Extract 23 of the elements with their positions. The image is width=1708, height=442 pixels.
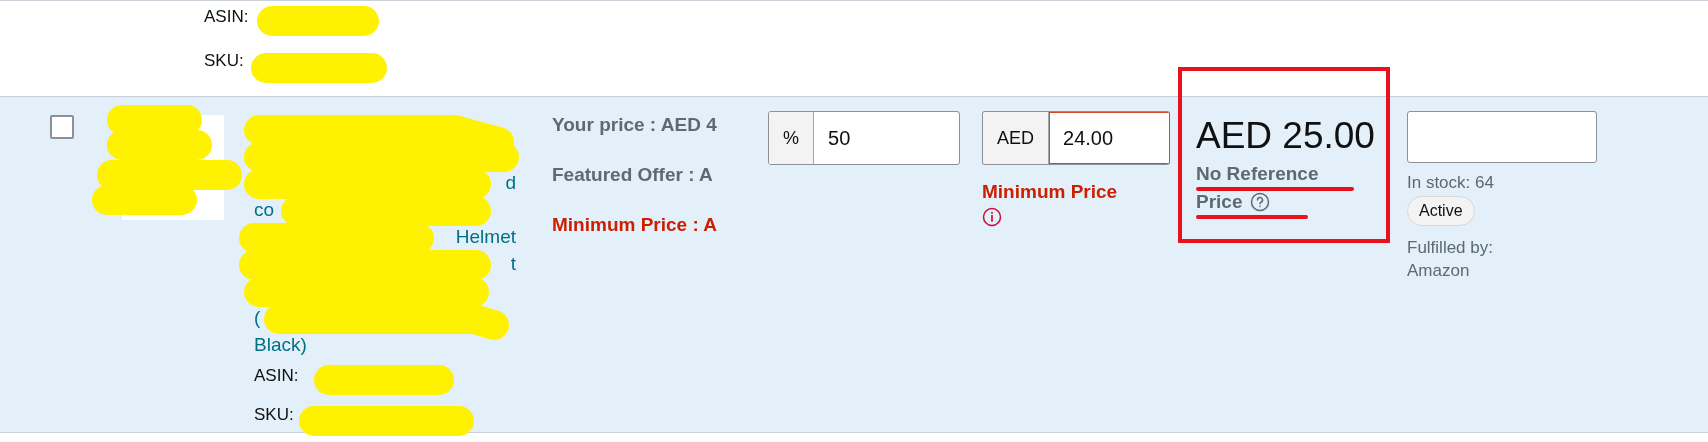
price-field[interactable]: AED 24.00 (982, 111, 1170, 165)
no-reference-label: No Reference (1196, 163, 1319, 185)
product-title-link[interactable]: ( (254, 303, 261, 331)
stock-text: In stock: 64 (1407, 172, 1495, 194)
status-badge: Active (1407, 196, 1475, 226)
fulfilled-by-text: Fulfilled by: (1407, 237, 1494, 259)
your-price-text: Your price : AED 4 (552, 114, 718, 136)
featured-offer-text: Featured Offer : A (552, 164, 714, 186)
minimum-price-warning: Minimum Price (982, 181, 1119, 203)
sku-label: SKU: (204, 51, 244, 71)
percent-field[interactable]: % 50 (768, 111, 960, 165)
product-title-link[interactable]: t (510, 250, 516, 278)
product-title-link[interactable]: co (254, 196, 275, 224)
asin-label: ASIN: (204, 7, 249, 27)
reference-price: AED 25.00 (1196, 115, 1376, 157)
asin-label: ASIN: (254, 365, 299, 386)
fulfilled-by-text: Amazon (1407, 260, 1471, 282)
product-title-link[interactable]: Helmet (455, 223, 516, 251)
minimum-price-text: Minimum Price : A (552, 214, 719, 236)
product-title-link[interactable]: d (505, 169, 516, 197)
sku-label: SKU: (254, 404, 294, 425)
product-title-link[interactable]: Black) (254, 330, 307, 358)
no-reference-label: Price (1196, 191, 1243, 213)
